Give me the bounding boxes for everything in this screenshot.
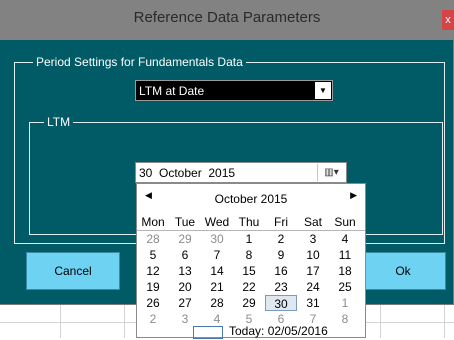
- weekday-label: Fri: [274, 215, 288, 229]
- calendar-day[interactable]: 7: [201, 247, 233, 263]
- next-month-icon[interactable]: ▶: [350, 190, 357, 201]
- period-type-value: LTM at Date: [139, 84, 205, 98]
- calendar-day[interactable]: 6: [169, 247, 201, 263]
- calendar-day[interactable]: 22: [233, 279, 265, 295]
- calendar-day[interactable]: 8: [329, 311, 361, 327]
- calendar-day[interactable]: 24: [297, 279, 329, 295]
- calendar-day[interactable]: 5: [137, 247, 169, 263]
- calendar-day[interactable]: 8: [233, 247, 265, 263]
- calendar-day[interactable]: 29: [233, 295, 265, 311]
- title-bar[interactable]: Reference Data Parameters x: [0, 0, 454, 40]
- cancel-button[interactable]: Cancel: [26, 252, 120, 290]
- calendar-day[interactable]: 13: [169, 263, 201, 279]
- calendar-day[interactable]: 21: [201, 279, 233, 295]
- calendar-day[interactable]: 26: [137, 295, 169, 311]
- calendar-day[interactable]: 28: [201, 295, 233, 311]
- dialog-title: Reference Data Parameters: [133, 9, 321, 26]
- ok-button[interactable]: Ok: [360, 252, 446, 290]
- calendar-day[interactable]: 4: [329, 231, 361, 247]
- calendar-day[interactable]: 2: [265, 231, 297, 247]
- calendar-day[interactable]: 29: [169, 231, 201, 247]
- calendar-week-row: 28 29 30 1 2 3 4: [137, 231, 365, 247]
- calendar-day[interactable]: 28: [137, 231, 169, 247]
- calendar-day-selected[interactable]: 30: [265, 295, 297, 311]
- calendar-day[interactable]: 10: [297, 247, 329, 263]
- period-type-dropdown[interactable]: LTM at Date ▼: [135, 80, 333, 101]
- calendar-day[interactable]: 17: [297, 263, 329, 279]
- calendar-week-row: 19 20 21 22 23 24 25: [137, 279, 365, 295]
- calendar-day[interactable]: 23: [265, 279, 297, 295]
- weekday-label: Sat: [303, 215, 322, 229]
- weekday-header-row: Mon Tue Wed Thu Fri Sat Sun: [137, 214, 365, 231]
- weekday-label: Tue: [174, 215, 196, 229]
- calendar-grid: Mon Tue Wed Thu Fri Sat Sun 28 29 30 1 2 3 4 5 6 7 8 9 10 11…: [137, 214, 365, 327]
- today-label: Today: 02/05/2016: [229, 324, 328, 338]
- calendar-day[interactable]: 25: [329, 279, 361, 295]
- calendar-day[interactable]: 18: [329, 263, 361, 279]
- calendar-day[interactable]: 1: [329, 295, 361, 311]
- calendar-day[interactable]: 3: [169, 311, 201, 327]
- calendar-day[interactable]: 30: [201, 231, 233, 247]
- calendar-day[interactable]: 12: [137, 263, 169, 279]
- calendar-day[interactable]: 20: [169, 279, 201, 295]
- period-settings-legend: Period Settings for Fundamentals Data: [33, 55, 246, 70]
- calendar-month-label: October 2015: [214, 192, 288, 206]
- calendar-day[interactable]: 15: [233, 263, 265, 279]
- weekday-label: Sun: [334, 215, 356, 229]
- weekday-label: Mon: [141, 215, 165, 229]
- calendar-day[interactable]: 3: [297, 231, 329, 247]
- today-marker: [193, 326, 223, 339]
- calendar-day[interactable]: 16: [265, 263, 297, 279]
- calendar-week-row: 12 13 14 15 16 17 18: [137, 263, 365, 279]
- calendar-day[interactable]: 1: [233, 231, 265, 247]
- calendar-header: ◀ October 2015 ▶: [137, 190, 365, 206]
- calendar-day[interactable]: 19: [137, 279, 169, 295]
- calendar-day[interactable]: 27: [169, 295, 201, 311]
- calendar-day[interactable]: 31: [297, 295, 329, 311]
- calendar-icon[interactable]: ▥▾: [317, 164, 345, 181]
- calendar-day[interactable]: 2: [137, 311, 169, 327]
- dropdown-arrow-icon[interactable]: ▼: [315, 82, 331, 99]
- ltm-date-value: 30 October 2015: [139, 166, 236, 180]
- calendar-week-row: 5 6 7 8 9 10 11: [137, 247, 365, 263]
- weekday-label: Wed: [204, 215, 230, 229]
- calendar-day[interactable]: 14: [201, 263, 233, 279]
- calendar-day[interactable]: 9: [265, 247, 297, 263]
- calendar-dropdown: ◀ October 2015 ▶ Mon Tue Wed Thu Fri Sat Sun 28…: [136, 183, 366, 339]
- ltm-legend: LTM: [44, 115, 74, 130]
- weekday-label: Thu: [238, 215, 260, 229]
- ltm-date-picker[interactable]: 30 October 2015 ▥▾: [135, 162, 347, 183]
- calendar-week-row: 26 27 28 29 30 31 1: [137, 295, 365, 311]
- calendar-day[interactable]: 11: [329, 247, 361, 263]
- close-button[interactable]: x: [442, 10, 454, 30]
